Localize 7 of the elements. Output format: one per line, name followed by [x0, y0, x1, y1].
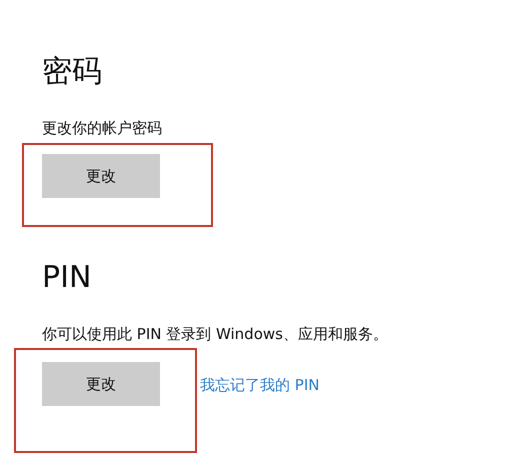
- change-button[interactable]: 更改: [42, 154, 160, 198]
- description-text: 你可以使用此 PIN 登录到 Windows、应用和服务。: [42, 324, 389, 344]
- section-heading: 密码: [42, 53, 103, 91]
- change-button[interactable]: 更改: [42, 362, 160, 406]
- description-text: 更改你的帐户密码: [42, 118, 163, 138]
- section-heading: PIN: [42, 259, 92, 297]
- forgot-pin-link[interactable]: 我忘记了我的 PIN: [200, 374, 320, 396]
